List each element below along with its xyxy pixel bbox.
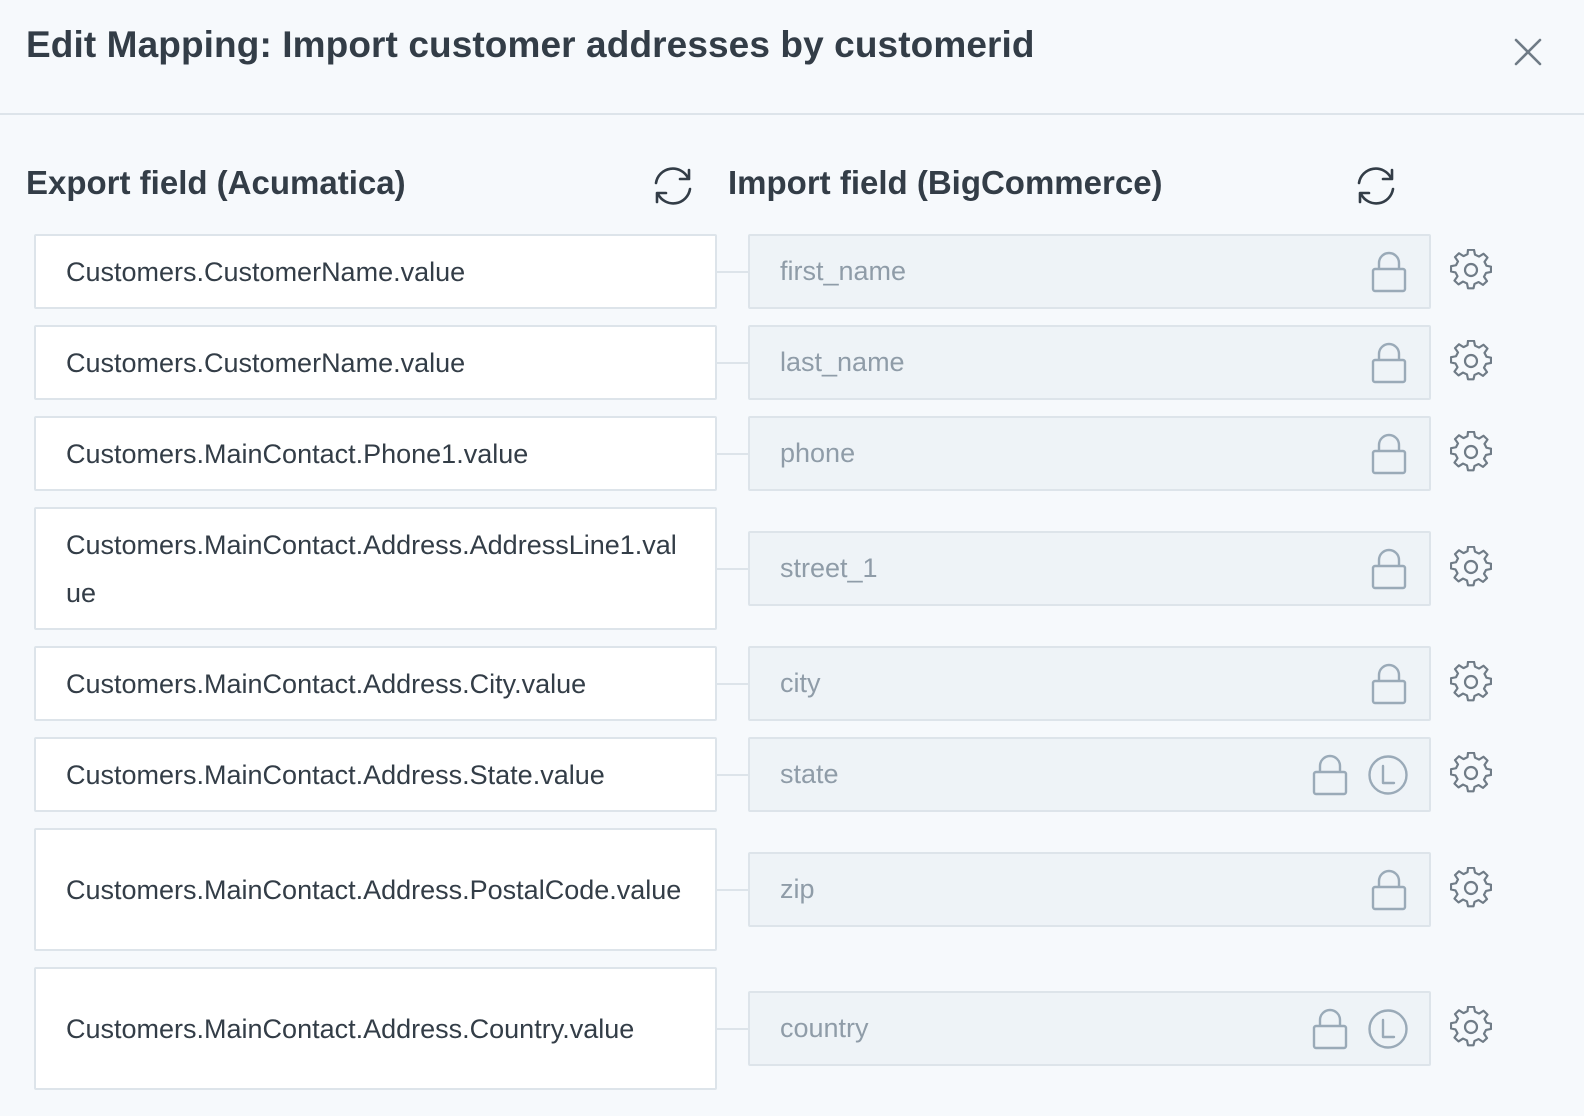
export-field-value: Customers.MainContact.Address.City.value xyxy=(66,668,587,699)
export-field-value: Customers.MainContact.Address.State.valu… xyxy=(66,759,605,790)
mapping-connector xyxy=(717,270,749,273)
field-settings-button[interactable] xyxy=(1448,659,1494,705)
lookup-icon[interactable] xyxy=(1366,1007,1410,1051)
lock-icon xyxy=(1367,868,1411,912)
mapping-connector xyxy=(717,682,749,685)
import-field-value: zip xyxy=(780,874,815,904)
mapping-row: Customers.CustomerName.value last_name xyxy=(0,325,1584,400)
field-settings-button[interactable] xyxy=(1448,865,1494,911)
export-field-value: Customers.MainContact.Phone1.value xyxy=(66,438,529,469)
gear-icon xyxy=(1450,339,1492,380)
export-field[interactable]: Customers.MainContact.Address.Country.va… xyxy=(34,967,717,1090)
gear-icon xyxy=(1450,866,1492,907)
close-icon xyxy=(1514,38,1542,66)
refresh-icon xyxy=(1357,167,1395,205)
import-column-header: Import field (BigCommerce) xyxy=(728,164,1163,201)
export-field-value: Customers.MainContact.Address.Country.va… xyxy=(66,1013,635,1044)
refresh-export-button[interactable] xyxy=(650,163,696,209)
mapping-row: Customers.MainContact.Address.City.value… xyxy=(0,646,1584,721)
import-field-value: country xyxy=(780,1013,869,1043)
gear-icon xyxy=(1450,660,1492,701)
dialog-title: Edit Mapping: Import customer addresses … xyxy=(26,24,1035,65)
export-field[interactable]: Customers.CustomerName.value xyxy=(34,325,717,400)
gear-icon xyxy=(1450,248,1492,289)
lock-icon xyxy=(1367,662,1411,706)
field-settings-button[interactable] xyxy=(1448,544,1494,590)
import-field: country xyxy=(748,991,1431,1066)
field-settings-button[interactable] xyxy=(1448,338,1494,384)
mapping-row: Customers.MainContact.Phone1.value phone xyxy=(0,416,1584,491)
import-field: phone xyxy=(748,416,1431,491)
export-field-value: Customers.MainContact.Address.AddressLin… xyxy=(66,529,677,608)
lock-icon xyxy=(1367,250,1411,294)
refresh-import-button[interactable] xyxy=(1353,163,1399,209)
import-field: state xyxy=(748,737,1431,812)
import-field: last_name xyxy=(748,325,1431,400)
field-settings-button[interactable] xyxy=(1448,1004,1494,1050)
lock-icon xyxy=(1367,432,1411,476)
gear-icon xyxy=(1450,545,1492,586)
mapping-connector xyxy=(717,452,749,455)
mapping-connector xyxy=(717,567,749,570)
import-field-value: state xyxy=(780,759,839,789)
close-button[interactable] xyxy=(1508,32,1548,72)
mapping-connector xyxy=(717,1027,749,1030)
import-field-value: city xyxy=(780,668,821,698)
mapping-row: Customers.MainContact.Address.State.valu… xyxy=(0,737,1584,812)
import-field: street_1 xyxy=(748,531,1431,606)
mapping-row: Customers.CustomerName.value first_name xyxy=(0,234,1584,309)
import-field-value: phone xyxy=(780,438,856,468)
gear-icon xyxy=(1450,430,1492,471)
mapping-connector xyxy=(717,773,749,776)
import-field-value: street_1 xyxy=(780,553,878,583)
mapping-row: Customers.MainContact.Address.Country.va… xyxy=(0,967,1584,1090)
lock-icon xyxy=(1308,753,1352,797)
export-field-value: Customers.CustomerName.value xyxy=(66,256,466,287)
mapping-connector xyxy=(717,361,749,364)
import-field-value: last_name xyxy=(780,347,905,377)
export-field[interactable]: Customers.MainContact.Address.City.value xyxy=(34,646,717,721)
mapping-row: Customers.MainContact.Address.PostalCode… xyxy=(0,828,1584,951)
field-settings-button[interactable] xyxy=(1448,429,1494,475)
lock-icon xyxy=(1308,1007,1352,1051)
lookup-icon[interactable] xyxy=(1366,753,1410,797)
mapping-connector xyxy=(717,888,749,891)
refresh-icon xyxy=(654,167,692,205)
field-settings-button[interactable] xyxy=(1448,750,1494,796)
import-field: first_name xyxy=(748,234,1431,309)
export-field[interactable]: Customers.MainContact.Address.State.valu… xyxy=(34,737,717,812)
import-field: city xyxy=(748,646,1431,721)
import-field-value: first_name xyxy=(780,256,907,286)
dialog-header: Edit Mapping: Import customer addresses … xyxy=(0,0,1584,115)
gear-icon xyxy=(1450,751,1492,792)
import-field: zip xyxy=(748,852,1431,927)
field-settings-button[interactable] xyxy=(1448,247,1494,293)
export-field[interactable]: Customers.MainContact.Address.AddressLin… xyxy=(34,507,717,630)
export-column-header: Export field (Acumatica) xyxy=(26,164,406,201)
lock-icon xyxy=(1367,341,1411,385)
lock-icon xyxy=(1367,547,1411,591)
export-field[interactable]: Customers.MainContact.Address.PostalCode… xyxy=(34,828,717,951)
gear-icon xyxy=(1450,1005,1492,1046)
export-field[interactable]: Customers.MainContact.Phone1.value xyxy=(34,416,717,491)
export-field-value: Customers.MainContact.Address.PostalCode… xyxy=(66,874,682,905)
export-field-value: Customers.CustomerName.value xyxy=(66,347,466,378)
export-field[interactable]: Customers.CustomerName.value xyxy=(34,234,717,309)
mapping-row: Customers.MainContact.Address.AddressLin… xyxy=(0,507,1584,630)
